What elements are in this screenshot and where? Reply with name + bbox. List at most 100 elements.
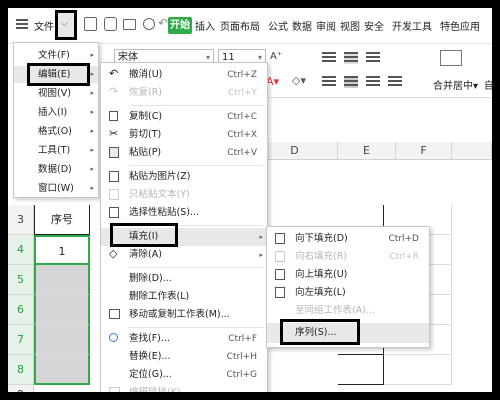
fill-menu-item-label: 向下填充(D) xyxy=(295,233,348,244)
main-menu-item-insert[interactable]: 插入(I) ▸ xyxy=(14,104,98,121)
file-menu-label[interactable]: 文件 xyxy=(34,18,54,33)
highlight-edit xyxy=(27,63,90,86)
merge-center-button[interactable]: 合并居中▾ xyxy=(433,77,478,92)
tab-view[interactable]: 视图 xyxy=(340,18,360,33)
main-menu-item-view[interactable]: 视图(V) ▸ xyxy=(14,85,98,102)
paste-text-icon xyxy=(109,189,119,200)
fill-menu-item-across-sheets[interactable]: 至同组工作表(A)... xyxy=(267,302,429,320)
row-header-9[interactable]: 9 xyxy=(8,385,34,392)
justify-icon[interactable] xyxy=(388,76,402,88)
edit-menu-item-label: 粘贴为图片(Z) xyxy=(129,171,191,182)
edit-menu-item-delete[interactable]: 删除(D)... xyxy=(101,270,267,288)
row-header-3[interactable]: 3 xyxy=(8,205,34,235)
cell-serial-4[interactable] xyxy=(34,325,90,355)
highlight-series xyxy=(280,319,360,345)
edit-menu-item-paste[interactable]: 粘贴(P) Ctrl+V xyxy=(101,144,267,162)
edit-menu-item-paste-special[interactable]: 选择性粘贴(S)... xyxy=(101,204,267,222)
tab-insert[interactable]: 插入 xyxy=(195,18,215,33)
tab-security[interactable]: 安全 xyxy=(364,18,384,33)
edit-menu-item-label: 定位(G)... xyxy=(129,369,172,380)
row-header-6[interactable]: 6 xyxy=(8,295,34,325)
row-header-5[interactable]: 5 xyxy=(8,265,34,295)
chevron-right-icon: ▸ xyxy=(90,89,94,97)
tab-formulas[interactable]: 公式 xyxy=(268,18,288,33)
edit-menu-item-label: 撤消(U) xyxy=(129,69,163,80)
print-icon[interactable] xyxy=(123,19,136,30)
tab-special-apps[interactable]: 特色应用 xyxy=(440,18,480,33)
cell-serial-3[interactable] xyxy=(34,295,90,325)
align-bottom-icon[interactable] xyxy=(366,52,380,64)
print-preview-icon[interactable] xyxy=(143,18,155,30)
edit-menu-item-redo[interactable]: ↷ 恢复(R) Ctrl+Y xyxy=(101,84,267,102)
save-icon[interactable] xyxy=(84,17,97,31)
main-menu-item-label: 格式(O) xyxy=(38,126,72,137)
shortcut-label: Ctrl+Y xyxy=(227,88,257,98)
chevron-right-icon: ▸ xyxy=(90,127,94,135)
fill-menu-item-up[interactable]: 向上填充(U) xyxy=(267,266,429,284)
main-menu-item-format[interactable]: 格式(O) ▸ xyxy=(14,123,98,140)
main-menu-item-tools[interactable]: 工具(T) ▸ xyxy=(14,142,98,159)
fill-menu-item-left[interactable]: 向左填充(L) xyxy=(267,284,429,302)
link-icon xyxy=(109,387,120,392)
column-header-f[interactable]: F xyxy=(396,142,452,160)
tab-review[interactable]: 审阅 xyxy=(316,18,336,33)
main-menu-item-data[interactable]: 数据(D) ▸ xyxy=(14,161,98,178)
eraser-icon[interactable]: ◇▾ xyxy=(292,74,306,87)
cell-serial-2[interactable] xyxy=(34,265,90,295)
column-header-g[interactable] xyxy=(452,142,492,160)
row-header-4[interactable]: 4 xyxy=(8,235,34,265)
cell-serial-5[interactable] xyxy=(34,355,90,385)
edit-menu-item-edit-links[interactable]: 编辑链接(K)... xyxy=(101,384,267,392)
row-header-8[interactable]: 8 xyxy=(8,355,34,385)
align-top-icon[interactable] xyxy=(322,52,336,64)
hamburger-icon[interactable] xyxy=(16,19,28,29)
main-menu-item-window[interactable]: 窗口(W) ▸ xyxy=(14,180,98,197)
tab-developer[interactable]: 开发工具 xyxy=(392,18,432,33)
tab-data[interactable]: 数据 xyxy=(292,18,312,33)
edit-menu-item-paste-as-picture[interactable]: 粘贴为图片(Z) xyxy=(101,168,267,186)
undo-icon[interactable]: ↶ xyxy=(158,16,168,30)
tab-home[interactable]: 开始 xyxy=(168,17,192,34)
wrap-text-button[interactable]: 自 xyxy=(484,77,492,92)
cell-serial-1[interactable]: 1 xyxy=(34,235,90,265)
cell-header-serial[interactable]: 序号 xyxy=(34,205,90,235)
cell-f8[interactable] xyxy=(384,355,452,385)
main-menu-item-label: 数据(D) xyxy=(38,164,72,175)
title-bar: 文件 ⌵ ↶ 开始 插入 页面布局 公式 数据 审阅 视图 安全 开发工具 特色… xyxy=(8,8,492,44)
row-header-7[interactable]: 7 xyxy=(8,325,34,355)
main-menu-item-label: 文件(F) xyxy=(38,50,70,61)
main-menu-item-label: 插入(I) xyxy=(38,107,68,118)
edit-menu-item-paste-text-only[interactable]: 只粘贴文本(Y) xyxy=(101,186,267,204)
column-header-e[interactable]: E xyxy=(338,142,396,160)
merge-center-icon[interactable] xyxy=(440,50,462,66)
edit-menu-item-move-copy-sheet[interactable]: 移动或复制工作表(M)... xyxy=(101,306,267,324)
fill-menu-item-right[interactable]: 向右填充(R) Ctrl+R xyxy=(267,248,429,266)
edit-menu-item-goto[interactable]: 定位(G)... Ctrl+G xyxy=(101,366,267,384)
export-pdf-icon[interactable] xyxy=(104,17,117,31)
fill-menu-item-down[interactable]: 向下填充(D) Ctrl+D xyxy=(267,230,429,248)
edit-menu-item-delete-sheet[interactable]: 删除工作表(L) xyxy=(101,288,267,306)
chevron-right-icon: ▸ xyxy=(90,165,94,173)
shortcut-label: Ctrl+X xyxy=(227,130,257,140)
edit-menu-item-clear[interactable]: ◇ 清除(A) ▸ xyxy=(101,246,267,264)
highlight-fill xyxy=(110,223,178,247)
cell-e8[interactable] xyxy=(338,355,384,385)
fill-up-icon xyxy=(275,269,285,280)
edit-menu-item-undo[interactable]: ↶ 撤消(U) Ctrl+Z xyxy=(101,66,267,84)
align-middle-icon[interactable] xyxy=(344,52,358,64)
edit-menu-item-find[interactable]: 查找(F)... Ctrl+F xyxy=(101,330,267,348)
fill-down-icon xyxy=(275,233,285,244)
scissors-icon: ✂ xyxy=(109,127,119,140)
tab-page-layout[interactable]: 页面布局 xyxy=(220,18,260,33)
edit-menu-item-replace[interactable]: 替换(E)... Ctrl+H xyxy=(101,348,267,366)
align-left-icon[interactable] xyxy=(322,76,336,88)
align-right-icon[interactable] xyxy=(366,76,380,88)
main-menu-item-file[interactable]: 文件(F) ▸ xyxy=(14,47,98,64)
align-center-icon[interactable] xyxy=(344,76,358,88)
edit-menu-item-cut[interactable]: ✂ 剪切(T) Ctrl+X xyxy=(101,126,267,144)
app-window: 文件 ⌵ ↶ 开始 插入 页面布局 公式 数据 审阅 视图 安全 开发工具 特色… xyxy=(8,8,492,392)
chevron-right-icon: ▸ xyxy=(90,51,94,59)
chevron-right-icon: ▸ xyxy=(90,184,94,192)
font-grow-icon[interactable]: A⁺ xyxy=(270,51,282,62)
edit-menu-item-copy[interactable]: 复制(C) Ctrl+C xyxy=(101,108,267,126)
